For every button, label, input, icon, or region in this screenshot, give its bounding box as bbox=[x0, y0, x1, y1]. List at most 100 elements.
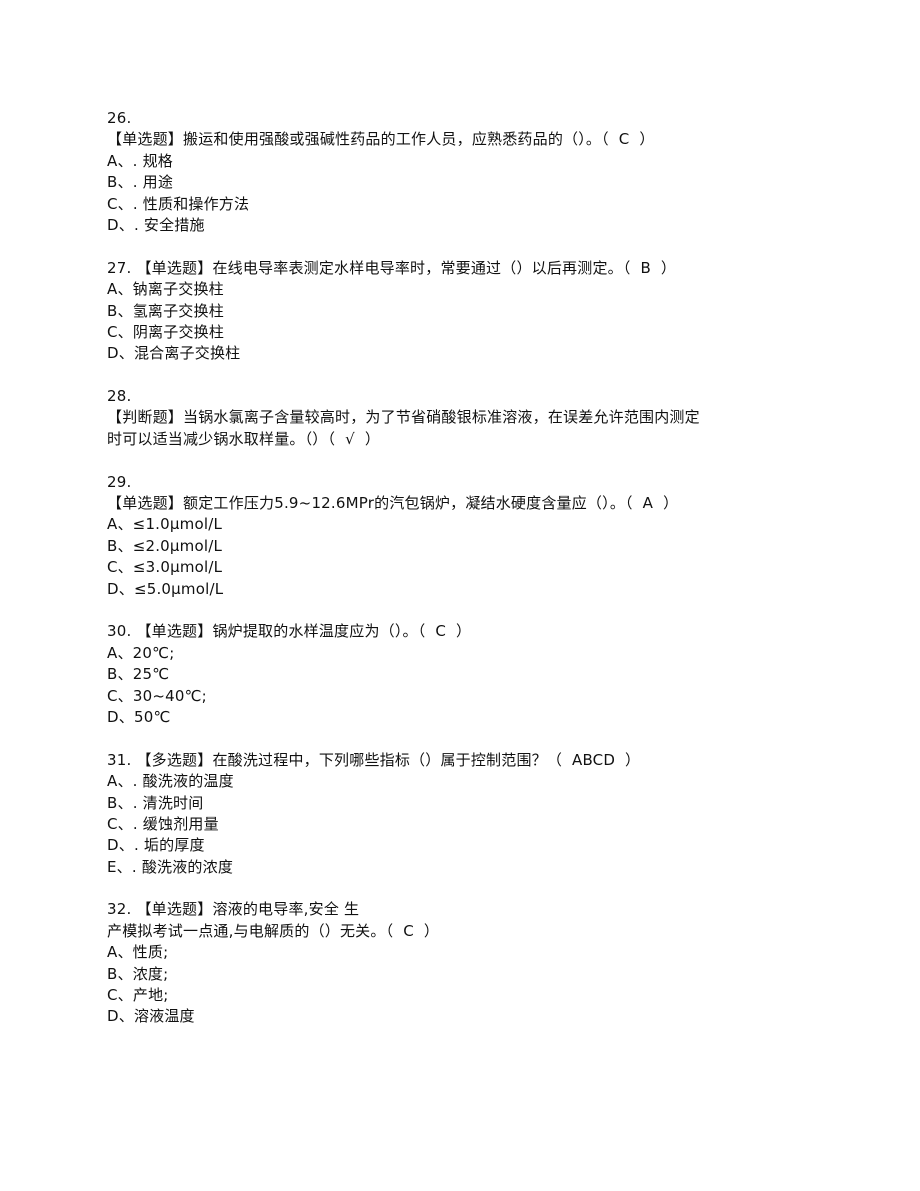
question-stem-line: 产模拟考试一点通,与电解质的（）无关。（ C ） bbox=[107, 921, 807, 942]
question-type-badge: 【单选题】 bbox=[136, 258, 213, 277]
question-spacer bbox=[107, 236, 807, 257]
question-number: 27. bbox=[107, 258, 132, 277]
question-stem-line: 30. 【单选题】锅炉提取的水样温度应为（）。（ C ） bbox=[107, 621, 807, 642]
question-block: 29. 【单选题】额定工作压力5.9~12.6MPr的汽包锅炉，凝结水硬度含量应（… bbox=[107, 472, 807, 600]
option-text: . 垢的厚度 bbox=[133, 836, 205, 855]
question-block: 28. 【判断题】当锅水氯离子含量较高时，为了节省硝酸银标准溶液，在误差允许范围内… bbox=[107, 386, 807, 450]
option-label: C、 bbox=[107, 986, 133, 1005]
question-type-badge: 【多选题】 bbox=[136, 750, 213, 769]
option-label: A、 bbox=[107, 772, 133, 791]
question-stem: 锅炉提取的水样温度应为（）。（ C ） bbox=[212, 622, 472, 641]
option-label: C、 bbox=[107, 322, 133, 341]
option-text: . 酸洗液的浓度 bbox=[131, 857, 234, 876]
answer-option: C、. 性质和操作方法 bbox=[107, 194, 807, 215]
option-text: ≤5.0μmol/L bbox=[133, 579, 224, 598]
question-stem: 额定工作压力5.9~12.6MPr的汽包锅炉，凝结水硬度含量应（）。（ A ） bbox=[183, 494, 679, 513]
question-block: 26. 【单选题】搬运和使用强酸或强碱性药品的工作人员，应熟悉药品的（）。（ C … bbox=[107, 108, 807, 236]
answer-option: D、. 安全措施 bbox=[107, 215, 807, 236]
question-number-line: 26. bbox=[107, 108, 807, 129]
question-number: 30. bbox=[107, 622, 132, 641]
answer-option: A、. 酸洗液的温度 bbox=[107, 771, 807, 792]
question-number: 32. bbox=[107, 900, 132, 919]
option-text: . 清洗时间 bbox=[132, 793, 204, 812]
option-text: 钠离子交换柱 bbox=[132, 280, 224, 299]
question-stem-line: 【单选题】搬运和使用强酸或强碱性药品的工作人员，应熟悉药品的（）。（ C ） bbox=[107, 129, 807, 150]
option-label: C、 bbox=[107, 194, 133, 213]
question-stem: 产模拟考试一点通,与电解质的（）无关。（ C ） bbox=[107, 921, 440, 940]
option-text: . 缓蚀剂用量 bbox=[132, 814, 219, 833]
question-stem: 在酸洗过程中，下列哪些指标（）属于控制范围？（ ABCD ） bbox=[212, 750, 641, 769]
option-text: 浓度; bbox=[132, 964, 169, 983]
option-label: B、 bbox=[107, 665, 133, 684]
question-document: 26. 【单选题】搬运和使用强酸或强碱性药品的工作人员，应熟悉药品的（）。（ C … bbox=[107, 108, 807, 1028]
answer-option: E、. 酸洗液的浓度 bbox=[107, 857, 807, 878]
question-stem: 溶液的电导率,安全 生 bbox=[212, 900, 360, 919]
question-stem: 当锅水氯离子含量较高时，为了节省硝酸银标准溶液，在误差允许范围内测定 bbox=[183, 408, 700, 427]
option-label: D、 bbox=[107, 344, 134, 363]
answer-option: A、≤1.0μmol/L bbox=[107, 514, 807, 535]
question-number-line: 29. bbox=[107, 472, 807, 493]
option-label: B、 bbox=[107, 964, 133, 983]
question-spacer bbox=[107, 365, 807, 386]
question-type-badge: 【单选题】 bbox=[136, 900, 213, 919]
option-label: A、 bbox=[107, 280, 133, 299]
option-text: 30~40℃; bbox=[132, 686, 207, 705]
answer-option: B、. 用途 bbox=[107, 172, 807, 193]
answer-option: D、混合离子交换柱 bbox=[107, 343, 807, 364]
option-text: 阴离子交换柱 bbox=[132, 322, 225, 341]
option-text: 产地; bbox=[132, 986, 169, 1005]
answer-option: A、. 规格 bbox=[107, 151, 807, 172]
question-spacer bbox=[107, 450, 807, 471]
option-label: E、 bbox=[107, 857, 132, 876]
answer-option: A、20℃; bbox=[107, 643, 807, 664]
question-spacer bbox=[107, 728, 807, 749]
answer-option: C、产地; bbox=[107, 985, 807, 1006]
option-label: A、 bbox=[107, 943, 133, 962]
option-text: 混合离子交换柱 bbox=[133, 344, 241, 363]
question-number: 29. bbox=[107, 472, 132, 491]
option-text: . 规格 bbox=[132, 151, 174, 170]
answer-option: D、溶液温度 bbox=[107, 1006, 807, 1027]
question-block: 31. 【多选题】在酸洗过程中，下列哪些指标（）属于控制范围？（ ABCD ） A… bbox=[107, 750, 807, 878]
answer-option: D、. 垢的厚度 bbox=[107, 835, 807, 856]
option-label: C、 bbox=[107, 814, 133, 833]
option-text: 50℃ bbox=[133, 707, 171, 726]
question-stem: 搬运和使用强酸或强碱性药品的工作人员，应熟悉药品的（）。（ C ） bbox=[183, 130, 655, 149]
answer-option: B、. 清洗时间 bbox=[107, 793, 807, 814]
option-label: D、 bbox=[107, 1007, 134, 1026]
question-type-badge: 【单选题】 bbox=[107, 130, 184, 149]
question-stem-line: 32. 【单选题】溶液的电导率,安全 生 bbox=[107, 899, 807, 920]
option-text: 溶液温度 bbox=[133, 1007, 195, 1026]
option-label: B、 bbox=[107, 301, 133, 320]
option-text: 性质; bbox=[132, 943, 169, 962]
option-label: A、 bbox=[107, 151, 133, 170]
option-label: A、 bbox=[107, 515, 133, 534]
answer-option: B、氢离子交换柱 bbox=[107, 301, 807, 322]
option-text: 20℃; bbox=[132, 643, 175, 662]
question-stem: 在线电导率表测定水样电导率时，常要通过（）以后再测定。（ B ） bbox=[212, 258, 677, 277]
option-label: C、 bbox=[107, 558, 133, 577]
answer-option: B、25℃ bbox=[107, 664, 807, 685]
question-stem-line: 时可以适当减少锅水取样量。（）（ √ ） bbox=[107, 429, 807, 450]
option-label: D、 bbox=[107, 215, 134, 234]
answer-option: D、50℃ bbox=[107, 707, 807, 728]
option-text: ≤3.0μmol/L bbox=[132, 558, 223, 577]
answer-option: B、浓度; bbox=[107, 964, 807, 985]
question-number: 31. bbox=[107, 750, 132, 769]
question-stem-line: 【判断题】当锅水氯离子含量较高时，为了节省硝酸银标准溶液，在误差允许范围内测定 bbox=[107, 407, 807, 428]
question-number: 26. bbox=[107, 109, 132, 127]
question-stem: 时可以适当减少锅水取样量。（）（ √ ） bbox=[107, 429, 381, 448]
question-spacer bbox=[107, 878, 807, 899]
answer-option: C、≤3.0μmol/L bbox=[107, 557, 807, 578]
option-text: 氢离子交换柱 bbox=[132, 301, 224, 320]
question-type-badge: 【单选题】 bbox=[136, 622, 213, 641]
question-stem-line: 【单选题】额定工作压力5.9~12.6MPr的汽包锅炉，凝结水硬度含量应（）。（… bbox=[107, 493, 807, 514]
option-text: . 酸洗液的温度 bbox=[132, 772, 234, 791]
option-label: B、 bbox=[107, 536, 133, 555]
option-label: D、 bbox=[107, 836, 134, 855]
option-label: B、 bbox=[107, 173, 133, 192]
question-number-line: 28. bbox=[107, 386, 807, 407]
question-spacer bbox=[107, 600, 807, 621]
answer-option: C、阴离子交换柱 bbox=[107, 322, 807, 343]
answer-option: B、≤2.0μmol/L bbox=[107, 536, 807, 557]
